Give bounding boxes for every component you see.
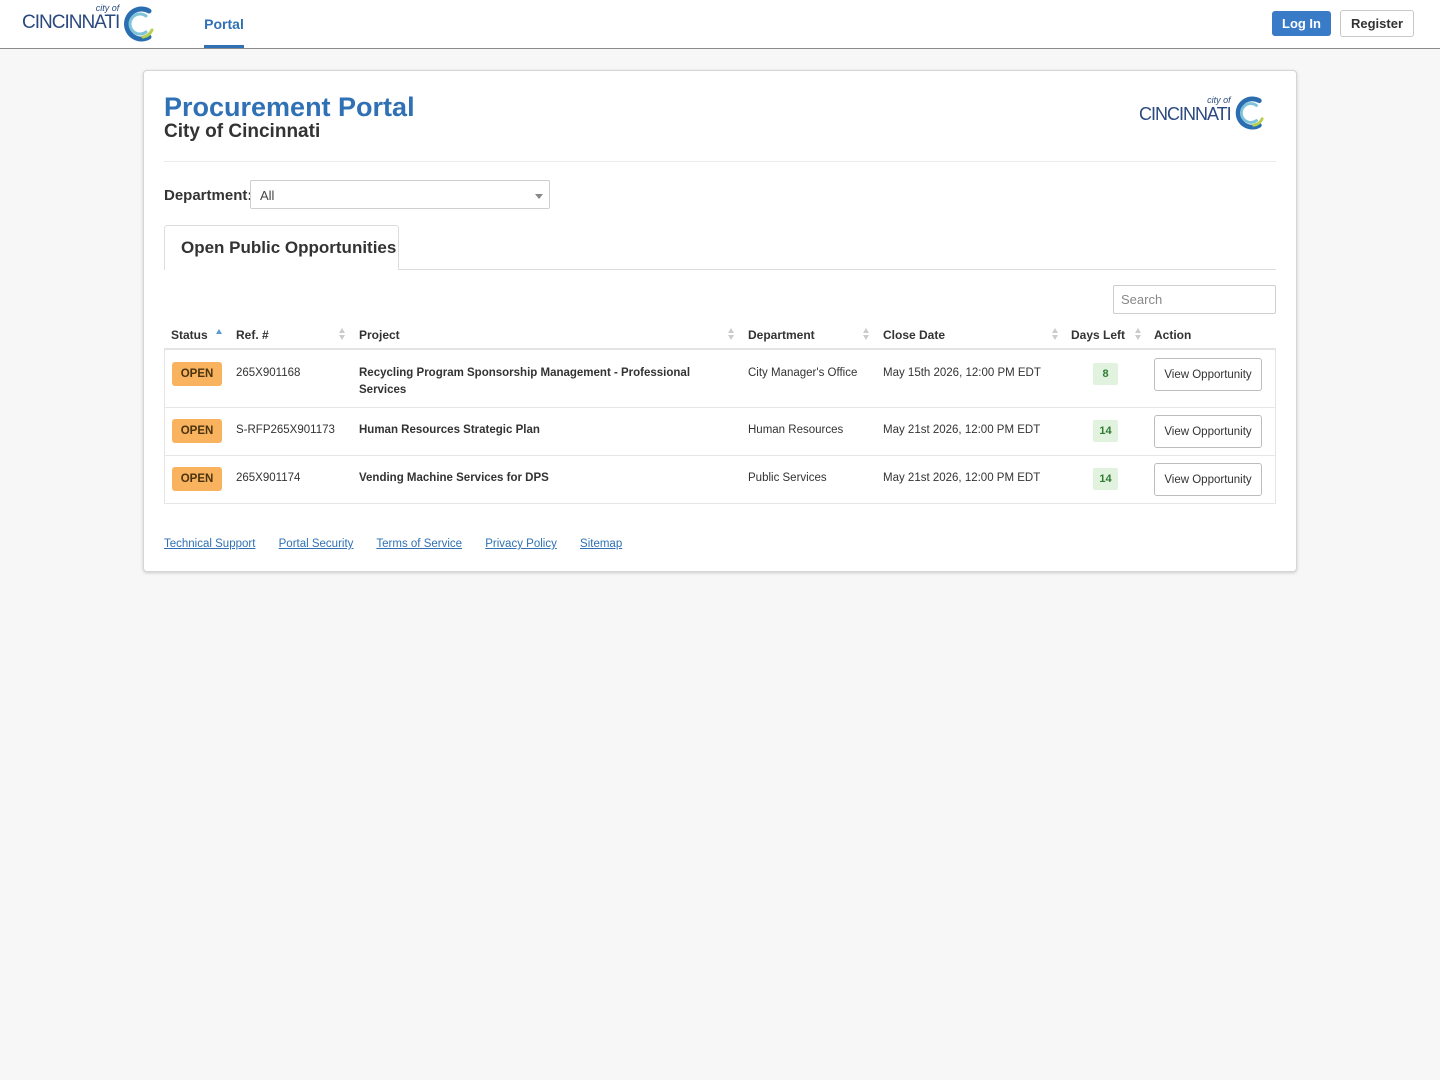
- footer-link-sitemap[interactable]: Sitemap: [580, 538, 622, 550]
- card-logo-wordmark: city of CINCINNATI: [1139, 95, 1232, 125]
- footer-link-technical-support[interactable]: Technical Support: [164, 538, 255, 550]
- footer-link-terms-of-service[interactable]: Terms of Service: [376, 538, 462, 550]
- tab-open-public-opportunities[interactable]: Open Public Opportunities: [164, 225, 399, 270]
- login-button[interactable]: Log In: [1272, 11, 1331, 36]
- card-logo-text: CINCINNATI: [1139, 104, 1232, 124]
- project-name: Vending Machine Services for DPS: [359, 472, 549, 484]
- sort-icon: [339, 328, 346, 340]
- project-name: Recycling Program Sponsorship Management…: [359, 367, 691, 396]
- column-label: Status: [171, 328, 208, 342]
- logo-wordmark: city of CINCINNATI: [22, 3, 120, 34]
- department-select-value: All: [260, 188, 275, 203]
- sort-icon: [863, 328, 870, 340]
- column-header-status[interactable]: Status: [164, 319, 229, 348]
- register-button[interactable]: Register: [1340, 10, 1414, 37]
- ref-number: 265X901174: [236, 472, 301, 484]
- days-left-badge: 8: [1093, 363, 1118, 385]
- column-label: Close Date: [883, 328, 946, 342]
- footer-link-portal-security[interactable]: Portal Security: [279, 538, 354, 550]
- status-badge: OPEN: [172, 419, 222, 443]
- ref-number: 265X901168: [236, 367, 301, 379]
- view-opportunity-button[interactable]: View Opportunity: [1154, 463, 1262, 496]
- table-header: Status Ref. # Project Department Close D…: [164, 319, 1276, 350]
- footer-link-privacy-policy[interactable]: Privacy Policy: [485, 538, 557, 550]
- department-name: Public Services: [748, 472, 827, 484]
- view-opportunity-button[interactable]: View Opportunity: [1154, 358, 1262, 391]
- sort-icon: [1052, 328, 1059, 340]
- column-label: Ref. #: [236, 328, 269, 342]
- nav-portal-tab[interactable]: Portal: [204, 0, 244, 48]
- status-badge: OPEN: [172, 362, 222, 386]
- table-row: OPEN 265X901174 Vending Machine Services…: [164, 456, 1276, 504]
- column-header-department[interactable]: Department: [741, 319, 876, 348]
- sort-icon: [728, 328, 735, 340]
- close-date: May 21st 2026, 12:00 PM EDT: [883, 424, 1041, 436]
- card-city-logo: city of CINCINNATI: [1139, 93, 1265, 133]
- table-row: OPEN S-RFP265X901173 Human Resources Str…: [164, 408, 1276, 456]
- column-label: Department: [748, 328, 815, 342]
- column-header-days-left[interactable]: Days Left: [1064, 319, 1147, 348]
- logo-text: CINCINNATI: [22, 12, 120, 33]
- city-logo[interactable]: city of CINCINNATI: [22, 3, 155, 45]
- column-header-close-date[interactable]: Close Date: [876, 319, 1064, 348]
- sort-asc-icon: [216, 328, 223, 340]
- page-title: Procurement Portal: [164, 92, 415, 122]
- logo-city-of: city of: [95, 3, 120, 13]
- footer-links: Technical Support Portal Security Terms …: [164, 538, 642, 550]
- cincinnati-c-logo-icon: [124, 6, 154, 42]
- page-subtitle: City of Cincinnati: [164, 121, 321, 142]
- sort-icon: [1135, 328, 1142, 340]
- ref-number: S-RFP265X901173: [236, 424, 335, 436]
- column-label: Action: [1154, 328, 1192, 342]
- top-navbar: city of CINCINNATI Portal Log In Registe…: [0, 0, 1440, 49]
- close-date: May 21st 2026, 12:00 PM EDT: [883, 472, 1041, 484]
- days-left-badge: 14: [1093, 420, 1118, 442]
- department-name: City Manager's Office: [748, 367, 858, 379]
- nav-portal-label: Portal: [204, 16, 244, 32]
- tab-label: Open Public Opportunities: [181, 238, 397, 257]
- header-divider: [164, 161, 1276, 162]
- status-badge: OPEN: [172, 467, 222, 491]
- cincinnati-c-logo-icon: [1235, 96, 1264, 130]
- department-label: Department:: [164, 187, 253, 204]
- days-left-badge: 14: [1093, 468, 1118, 490]
- card-logo-city-of: city of: [1207, 95, 1231, 105]
- view-opportunity-button[interactable]: View Opportunity: [1154, 415, 1262, 448]
- opportunities-table: Status Ref. # Project Department Close D…: [164, 319, 1276, 504]
- table-row: OPEN 265X901168 Recycling Program Sponso…: [164, 350, 1276, 408]
- close-date: May 15th 2026, 12:00 PM EDT: [883, 367, 1041, 379]
- department-select[interactable]: All: [250, 180, 550, 209]
- chevron-down-icon: [535, 194, 543, 199]
- procurement-card: Procurement Portal City of Cincinnati ci…: [143, 70, 1297, 572]
- active-tab-underline: [204, 45, 244, 48]
- column-header-ref[interactable]: Ref. #: [229, 319, 352, 348]
- column-label: Days Left: [1071, 328, 1126, 342]
- column-label: Project: [359, 328, 400, 342]
- project-name: Human Resources Strategic Plan: [359, 424, 540, 436]
- column-header-action: Action: [1147, 319, 1276, 348]
- search-input[interactable]: [1113, 285, 1276, 314]
- column-header-project[interactable]: Project: [352, 319, 741, 348]
- department-name: Human Resources: [748, 424, 844, 436]
